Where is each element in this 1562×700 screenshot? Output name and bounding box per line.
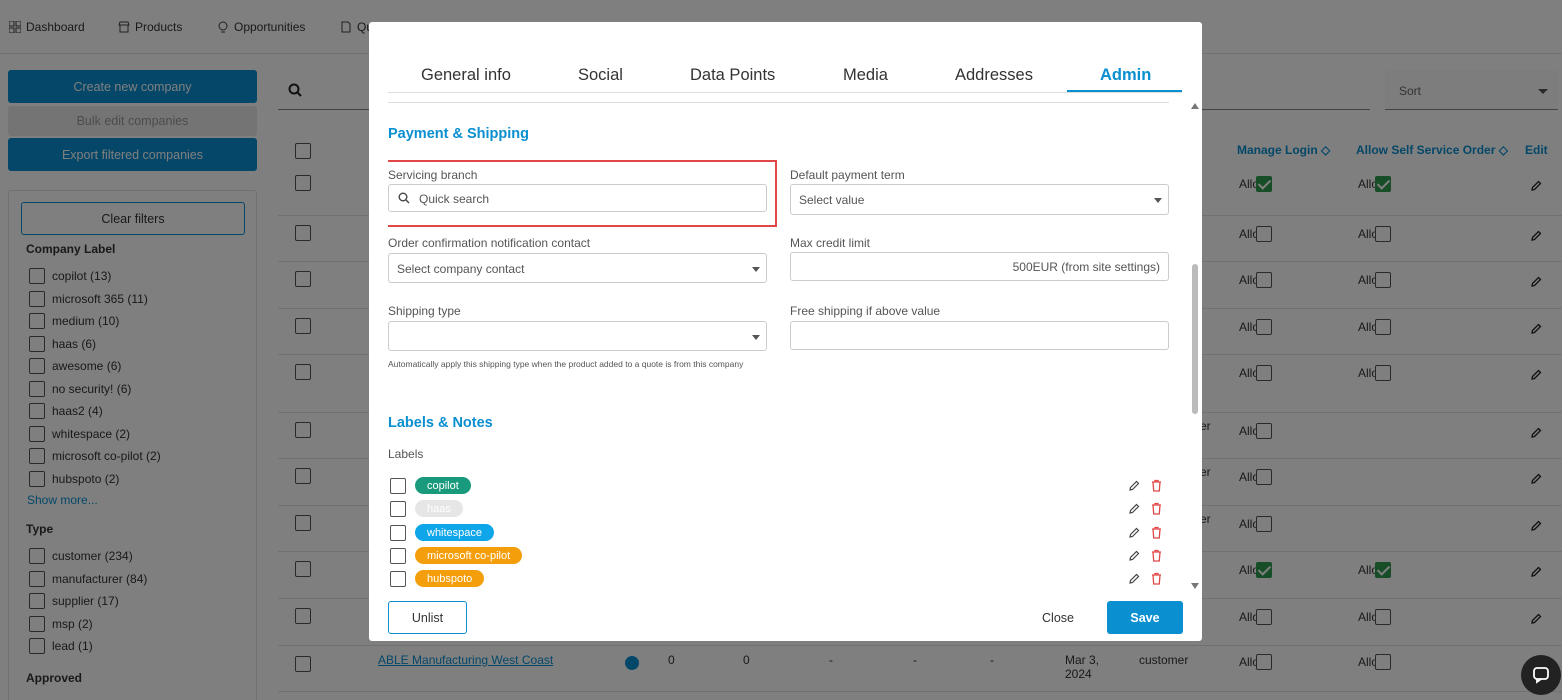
label-chip: whitespace: [415, 524, 495, 541]
labels-notes-title: Labels & Notes: [388, 415, 493, 431]
default-payment-term-label: Default payment term: [790, 168, 905, 182]
edit-company-modal: General info Social Data Points Media Ad…: [369, 22, 1202, 641]
chevron-down-icon: [1154, 198, 1162, 203]
tab-social[interactable]: Social: [578, 66, 623, 85]
tab-admin[interactable]: Admin: [1100, 66, 1151, 85]
trash-icon[interactable]: [1151, 572, 1162, 585]
label-row[interactable]: whitespace: [388, 523, 1169, 543]
shipping-type-label: Shipping type: [388, 304, 461, 318]
modal-tabs: General info Social Data Points Media Ad…: [388, 60, 1182, 93]
label-row[interactable]: haas: [388, 499, 1169, 519]
label-checkbox[interactable]: [390, 501, 406, 517]
order-confirmation-value: Select company contact: [397, 262, 525, 276]
label-row[interactable]: copilot: [388, 476, 1169, 496]
modal-scroll-content[interactable]: Payment & Shipping Servicing branch Quic…: [388, 102, 1169, 596]
chevron-down-icon: [752, 335, 760, 340]
tab-addresses[interactable]: Addresses: [955, 66, 1033, 85]
servicing-branch-label: Servicing branch: [388, 168, 478, 182]
label-row[interactable]: hubspoto: [388, 569, 1169, 589]
payment-shipping-title: Payment & Shipping: [388, 126, 529, 142]
tab-data-points[interactable]: Data Points: [690, 66, 775, 85]
max-credit-input[interactable]: 500EUR (from site settings): [790, 252, 1169, 281]
servicing-branch-search[interactable]: Quick search: [388, 184, 767, 212]
scroll-up-icon[interactable]: [1191, 103, 1199, 109]
free-shipping-label: Free shipping if above value: [790, 304, 941, 318]
search-icon: [398, 192, 410, 204]
pencil-icon[interactable]: [1128, 550, 1140, 562]
pencil-icon[interactable]: [1128, 503, 1140, 515]
label-chip: copilot: [415, 477, 471, 494]
chevron-down-icon: [752, 267, 760, 272]
tab-general-info[interactable]: General info: [421, 66, 511, 85]
shipping-type-select[interactable]: [388, 321, 767, 351]
save-button[interactable]: Save: [1107, 601, 1183, 634]
chat-icon: [1533, 667, 1549, 684]
label-checkbox[interactable]: [390, 548, 406, 564]
tab-media[interactable]: Media: [843, 66, 888, 85]
default-payment-term-select[interactable]: Select value: [790, 184, 1169, 215]
labels-subtitle: Labels: [388, 447, 424, 461]
pencil-icon[interactable]: [1128, 480, 1140, 492]
scrollbar-thumb[interactable]: [1192, 264, 1198, 414]
max-credit-label: Max credit limit: [790, 236, 871, 250]
order-confirmation-label: Order confirmation notification contact: [388, 236, 591, 250]
close-button[interactable]: Close: [1034, 601, 1082, 634]
trash-icon[interactable]: [1151, 502, 1162, 515]
chat-button[interactable]: [1521, 655, 1561, 695]
label-checkbox[interactable]: [390, 525, 406, 541]
scroll-down-icon[interactable]: [1191, 583, 1199, 589]
active-tab-indicator: [1067, 90, 1182, 92]
servicing-branch-placeholder: Quick search: [419, 192, 490, 206]
shipping-type-hint: Automatically apply this shipping type w…: [388, 359, 744, 369]
default-payment-term-value: Select value: [799, 193, 865, 207]
label-chip: microsoft co-pilot: [415, 547, 523, 564]
order-confirmation-select[interactable]: Select company contact: [388, 253, 767, 283]
trash-icon[interactable]: [1151, 526, 1162, 539]
unlist-button[interactable]: Unlist: [388, 601, 467, 634]
pencil-icon[interactable]: [1128, 573, 1140, 585]
max-credit-value: 500EUR (from site settings): [1012, 260, 1160, 274]
label-chip: haas: [415, 500, 463, 517]
label-row[interactable]: microsoft co-pilot: [388, 546, 1169, 566]
label-chip: hubspoto: [415, 570, 485, 587]
label-checkbox[interactable]: [390, 571, 406, 587]
trash-icon[interactable]: [1151, 479, 1162, 492]
trash-icon[interactable]: [1151, 549, 1162, 562]
label-checkbox[interactable]: [390, 478, 406, 494]
pencil-icon[interactable]: [1128, 527, 1140, 539]
free-shipping-input[interactable]: [790, 321, 1169, 350]
